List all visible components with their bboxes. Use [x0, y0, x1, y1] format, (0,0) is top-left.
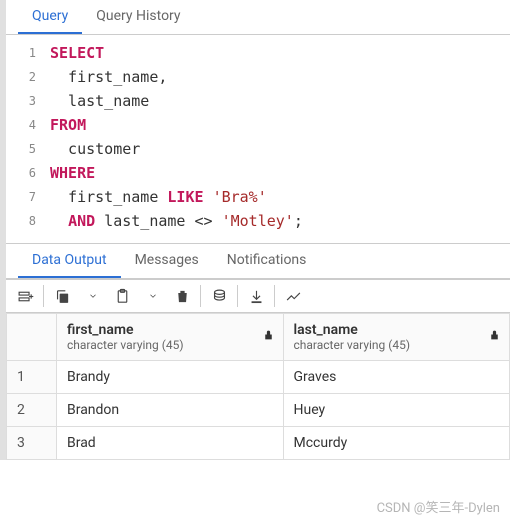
code-text: ; — [294, 212, 303, 230]
keyword-like: LIKE — [167, 188, 203, 206]
line-number: 7 — [6, 185, 50, 209]
cell[interactable]: Brandy — [57, 361, 284, 394]
separator — [274, 285, 275, 307]
row-number: 3 — [7, 427, 57, 460]
column-name: last_name — [294, 322, 500, 338]
table-row[interactable]: 3 Brad Mccurdy — [7, 427, 510, 460]
sql-editor[interactable]: 1SELECT 2 first_name, 3 last_name 4FROM … — [6, 35, 510, 239]
line-number: 4 — [6, 113, 50, 137]
keyword-from: FROM — [50, 116, 86, 134]
separator — [237, 285, 238, 307]
tab-query-history[interactable]: Query History — [82, 0, 194, 34]
line-number: 2 — [6, 65, 50, 89]
line-number: 3 — [6, 89, 50, 113]
string-literal: 'Bra%' — [213, 188, 267, 206]
code-text: first_name — [50, 188, 167, 206]
keyword-select: SELECT — [50, 44, 104, 62]
download-button[interactable] — [241, 281, 271, 311]
cell[interactable]: Brandon — [57, 394, 284, 427]
watermark: CSDN @笑三年-Dylen — [377, 497, 500, 516]
keyword-and: AND — [68, 212, 95, 230]
line-number: 8 — [6, 209, 50, 233]
tab-notifications[interactable]: Notifications — [213, 244, 321, 278]
column-type: character varying (45) — [67, 338, 273, 352]
paste-dropdown[interactable] — [137, 281, 167, 311]
code-text — [50, 212, 68, 230]
table-row[interactable]: 1 Brandy Graves — [7, 361, 510, 394]
row-number: 1 — [7, 361, 57, 394]
cell[interactable]: Mccurdy — [283, 427, 510, 460]
column-header-first-name[interactable]: first_name character varying (45) — [57, 314, 284, 361]
output-tabs: Data Output Messages Notifications — [6, 244, 510, 279]
cell[interactable]: Brad — [57, 427, 284, 460]
lock-icon — [262, 329, 275, 346]
column-name: first_name — [67, 322, 273, 338]
line-number: 6 — [6, 161, 50, 185]
lock-icon — [488, 329, 501, 346]
tab-query[interactable]: Query — [18, 0, 82, 34]
copy-button[interactable] — [47, 281, 77, 311]
tab-messages[interactable]: Messages — [121, 244, 213, 278]
editor-tabs: Query Query History — [6, 0, 510, 35]
code-text: last_name — [50, 89, 149, 113]
tab-data-output[interactable]: Data Output — [18, 244, 121, 278]
add-row-button[interactable] — [10, 281, 40, 311]
separator — [43, 285, 44, 307]
column-header-last-name[interactable]: last_name character varying (45) — [283, 314, 510, 361]
table-row[interactable]: 2 Brandon Huey — [7, 394, 510, 427]
code-text: last_name <> — [95, 212, 221, 230]
delete-button[interactable] — [167, 281, 197, 311]
row-number: 2 — [7, 394, 57, 427]
chart-button[interactable] — [278, 281, 308, 311]
separator — [200, 285, 201, 307]
row-number-header[interactable] — [7, 314, 57, 361]
save-data-button[interactable] — [204, 281, 234, 311]
results-toolbar — [6, 279, 510, 313]
paste-button[interactable] — [107, 281, 137, 311]
line-number: 5 — [6, 137, 50, 161]
code-text — [204, 188, 213, 206]
code-text: first_name, — [50, 65, 167, 89]
keyword-where: WHERE — [50, 164, 95, 182]
string-literal: 'Motley' — [222, 212, 294, 230]
copy-dropdown[interactable] — [77, 281, 107, 311]
code-text: customer — [50, 137, 140, 161]
line-number: 1 — [6, 41, 50, 65]
cell[interactable]: Huey — [283, 394, 510, 427]
column-type: character varying (45) — [294, 338, 500, 352]
results-grid: first_name character varying (45) last_n… — [6, 313, 510, 460]
cell[interactable]: Graves — [283, 361, 510, 394]
